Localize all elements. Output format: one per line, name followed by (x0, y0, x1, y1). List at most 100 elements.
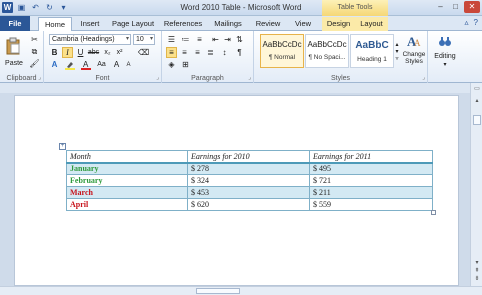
strikethrough-button[interactable]: abc (88, 47, 99, 58)
shrink-font-icon[interactable]: A (123, 59, 134, 70)
italic-button[interactable]: I (62, 47, 73, 58)
chevron-down-icon[interactable]: ▾ (126, 35, 129, 44)
table-resize-handle[interactable] (431, 210, 436, 215)
numbering-icon[interactable]: ≔ (180, 34, 191, 45)
style-sample: AaBbC (355, 40, 389, 51)
font-launcher-icon[interactable]: ⌟ (156, 74, 159, 81)
style-heading-1[interactable]: AaBbC Heading 1 (350, 34, 394, 68)
previous-page-icon[interactable]: ⇞ (471, 267, 482, 274)
binoculars-icon[interactable] (436, 34, 454, 48)
table-move-handle-icon[interactable]: + (59, 143, 66, 150)
change-case-icon[interactable]: Aa (96, 59, 107, 70)
increase-indent-icon[interactable]: ⇥ (222, 34, 233, 45)
change-styles-button[interactable]: Change Styles (400, 49, 428, 67)
tab-references[interactable]: References (160, 17, 206, 31)
tab-insert[interactable]: Insert (74, 17, 106, 31)
earnings-2010-cell[interactable]: $ 620 (187, 198, 310, 211)
paragraph-launcher-icon[interactable]: ⌟ (248, 74, 251, 81)
align-right-icon[interactable]: ≡ (192, 47, 203, 58)
tab-file[interactable]: File (0, 16, 30, 31)
bullets-icon[interactable]: ☰ (166, 34, 177, 45)
font-size-combo[interactable]: 10 ▾ (133, 34, 155, 45)
tab-home[interactable]: Home (38, 17, 72, 31)
ruler-toggle-icon[interactable]: ▭ (471, 85, 482, 92)
paste-icon (6, 37, 20, 55)
tab-page-layout[interactable]: Page Layout (108, 17, 158, 31)
scroll-up-icon[interactable]: ▴ (471, 97, 482, 104)
month-cell[interactable]: January (66, 162, 188, 175)
styles-launcher-icon[interactable]: ⌟ (422, 74, 425, 81)
vertical-scroll-thumb[interactable] (473, 115, 481, 125)
underline-button[interactable]: U (75, 47, 86, 58)
tab-view[interactable]: View (288, 17, 318, 31)
clear-formatting-icon[interactable]: ⌫ (138, 47, 149, 58)
copy-icon[interactable]: ⧉ (29, 46, 40, 57)
font-label: Font (95, 75, 110, 82)
earnings-2010-cell[interactable]: $ 278 (187, 162, 310, 175)
clipboard-launcher-icon[interactable]: ⌟ (38, 74, 41, 81)
scroll-down-icon[interactable]: ▾ (471, 259, 482, 266)
horizontal-scroll-thumb[interactable] (196, 288, 240, 294)
chevron-down-icon[interactable]: ▾ (441, 60, 449, 68)
font-color-icon[interactable]: A (80, 59, 91, 70)
minimize-ribbon-icon[interactable]: ▵ (465, 18, 469, 27)
earnings-2010-cell[interactable]: $ 453 (187, 186, 310, 199)
paste-label[interactable]: Paste (2, 58, 26, 68)
grow-font-icon[interactable]: A (111, 59, 122, 70)
style-no-spacing[interactable]: AaBbCcDc ¶ No Spaci... (305, 34, 349, 68)
align-left-icon[interactable]: ≡ (166, 47, 177, 58)
month-cell[interactable]: February (66, 174, 188, 187)
style-normal[interactable]: AaBbCcDc ¶ Normal (260, 34, 304, 68)
tab-design[interactable]: Design (322, 17, 355, 31)
minimize-icon[interactable]: – (434, 1, 447, 13)
align-center-icon[interactable]: ≡ (179, 47, 190, 58)
earnings-2010-cell[interactable]: $ 324 (187, 174, 310, 187)
earnings-2011-cell[interactable]: $ 721 (309, 174, 433, 187)
close-icon[interactable]: ✕ (464, 1, 480, 13)
decrease-indent-icon[interactable]: ⇤ (210, 34, 221, 45)
format-painter-icon[interactable]: 🖌 (29, 58, 40, 69)
subscript-button[interactable]: x₂ (102, 47, 113, 58)
chevron-down-icon[interactable]: ▾ (150, 35, 153, 44)
help-icon[interactable]: ? (474, 18, 478, 27)
maximize-icon[interactable]: □ (449, 1, 462, 13)
window-controls: – □ ✕ (434, 1, 480, 13)
highlighter-icon (64, 61, 75, 70)
table-header-row: Month Earnings for 2010 Earnings for 201… (66, 150, 433, 164)
header-cell[interactable]: Month (66, 150, 188, 164)
earnings-2011-cell[interactable]: $ 495 (309, 162, 433, 175)
superscript-button[interactable]: x² (114, 47, 125, 58)
earnings-2011-cell[interactable]: $ 211 (309, 186, 433, 199)
month-cell[interactable]: March (66, 186, 188, 199)
change-styles-icon[interactable]: AA (401, 34, 427, 48)
header-cell[interactable]: Earnings for 2010 (187, 150, 310, 164)
next-page-icon[interactable]: ⇟ (471, 275, 482, 282)
style-sample: AaBbCcDc (307, 40, 347, 49)
table-tools-header: Table Tools (322, 0, 388, 16)
earnings-2011-cell[interactable]: $ 559 (309, 198, 433, 211)
vertical-scrollbar[interactable]: ▭ ▴ ▾ ⇞ ⇟ (470, 83, 482, 286)
font-name-combo[interactable]: Cambria (Headings) ▾ (49, 34, 131, 45)
text-effects-icon[interactable]: A (49, 59, 60, 70)
justify-icon[interactable]: ≣ (205, 47, 216, 58)
paste-button[interactable] (3, 34, 23, 58)
table-row: January $ 278 $ 495 (66, 162, 433, 175)
bold-button[interactable]: B (49, 47, 60, 58)
svg-text:A: A (414, 38, 421, 48)
borders-icon[interactable]: ⊞ (180, 59, 191, 70)
month-cell[interactable]: April (66, 198, 188, 211)
sort-icon[interactable]: ⇅ (234, 34, 245, 45)
tab-review[interactable]: Review (250, 17, 286, 31)
header-cell[interactable]: Earnings for 2011 (309, 150, 433, 164)
earnings-table[interactable]: Month Earnings for 2010 Earnings for 201… (66, 150, 433, 211)
multilevel-list-icon[interactable]: ≡ (194, 34, 205, 45)
cut-icon[interactable]: ✂ (29, 34, 40, 45)
document-top-strip (0, 83, 470, 93)
tab-layout[interactable]: Layout (355, 17, 388, 31)
tab-mailings[interactable]: Mailings (208, 17, 248, 31)
shading-icon[interactable]: ◈ (166, 59, 177, 70)
horizontal-scrollbar[interactable] (0, 286, 482, 295)
show-formatting-icon[interactable]: ¶ (234, 47, 245, 58)
highlight-color-icon[interactable] (64, 59, 75, 70)
line-spacing-icon[interactable]: ↕ (219, 47, 230, 58)
